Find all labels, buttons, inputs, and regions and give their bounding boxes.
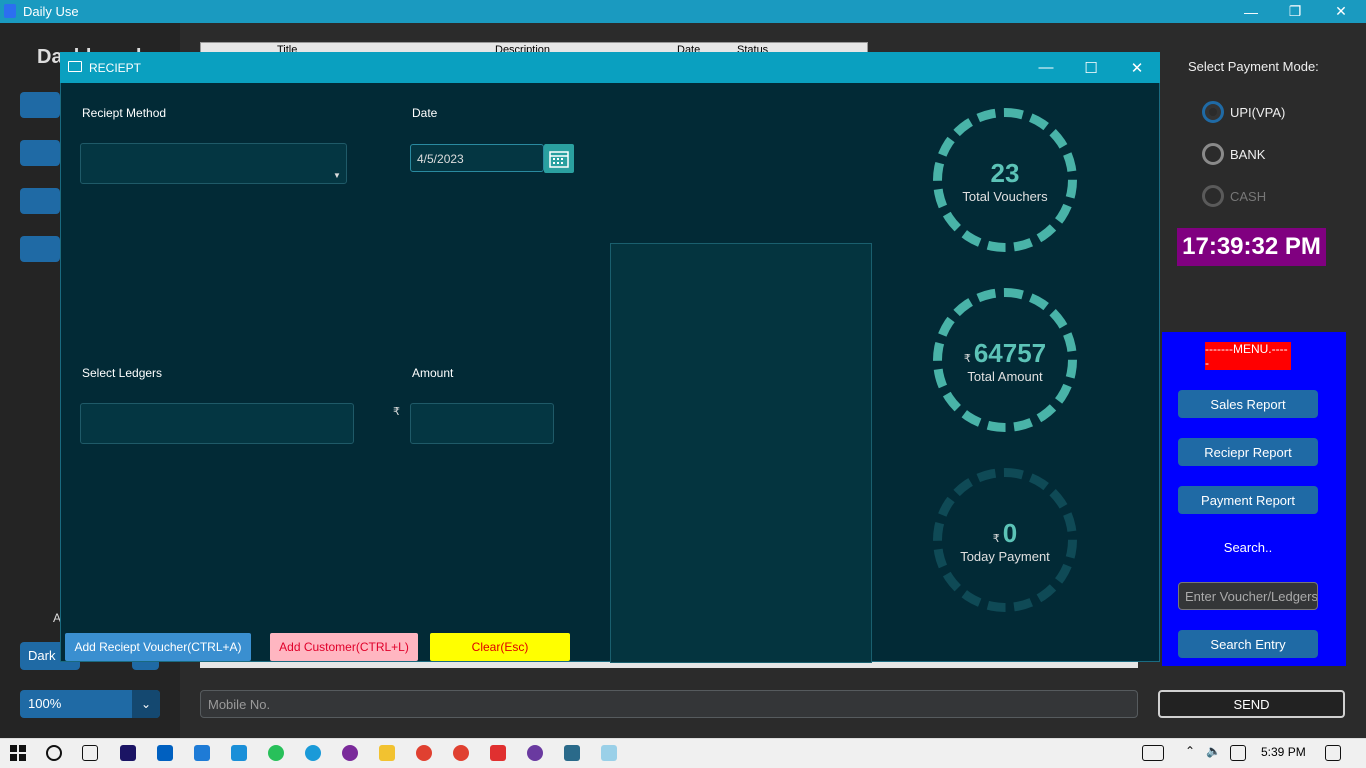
entries-list[interactable] <box>610 243 872 663</box>
rupee-symbol: ₹ <box>393 406 400 418</box>
sales-report-button[interactable]: Sales Report <box>1178 390 1318 418</box>
clock-display: 17:39:32 PM <box>1177 228 1326 266</box>
total-vouchers-value: 23 <box>990 158 1020 188</box>
whatsapp-icon[interactable] <box>268 745 284 761</box>
today-payment-value: ₹0 <box>992 518 1018 548</box>
method-label: Reciept Method <box>82 106 167 120</box>
app-icon <box>4 4 16 18</box>
clear-button[interactable]: Clear(Esc) <box>430 633 570 661</box>
taskbar-time[interactable]: 5:39 PM <box>1261 745 1306 759</box>
radio-label-cash[interactable]: CASH <box>1230 189 1266 204</box>
windows-start-icon[interactable] <box>10 745 26 761</box>
method-select[interactable] <box>80 143 347 184</box>
radio-bank[interactable] <box>1202 143 1224 165</box>
anydesk-icon[interactable] <box>490 745 506 761</box>
vscode-icon[interactable] <box>231 745 247 761</box>
dialog-title: RECIEPT <box>89 61 142 75</box>
chrome-icon[interactable] <box>416 745 432 761</box>
menu-title: -------MENU.----- <box>1205 342 1291 370</box>
search-entry-button[interactable]: Search Entry <box>1178 630 1318 658</box>
amount-input[interactable] <box>410 403 554 444</box>
total-amount-value: ₹64757 <box>963 338 1047 368</box>
voucher-search-input[interactable]: Enter Voucher/Ledgers <box>1178 582 1318 610</box>
media-icon[interactable] <box>342 745 358 761</box>
notifications-icon[interactable] <box>1325 745 1341 761</box>
total-amount-label: Total Amount <box>967 369 1043 384</box>
rupee-symbol: ₹ <box>963 353 971 365</box>
send-button[interactable]: SEND <box>1158 690 1345 718</box>
dropdown-arrow-icon[interactable]: ▼ <box>333 171 341 180</box>
dialog-titlebar <box>60 52 1160 83</box>
receipt-report-button[interactable]: Reciepr Report <box>1178 438 1318 466</box>
dialog-close-icon[interactable]: ✕ <box>1114 52 1160 83</box>
add-receipt-voucher-button[interactable]: Add Reciept Voucher(CTRL+A) <box>65 633 251 661</box>
store-icon[interactable] <box>157 745 173 761</box>
close-icon[interactable]: ✕ <box>1318 0 1364 23</box>
minimize-icon[interactable]: — <box>1228 0 1274 23</box>
total-vouchers-label: Total Vouchers <box>962 189 1048 204</box>
restore-icon[interactable]: ❐ <box>1272 0 1318 23</box>
app-title: Daily Use <box>23 4 79 19</box>
search-label: Search.. <box>1223 540 1273 555</box>
chrome-profile-icon[interactable] <box>453 745 469 761</box>
sidebar-button-3[interactable] <box>20 188 60 214</box>
add-customer-button[interactable]: Add Customer(CTRL+L) <box>270 633 418 661</box>
radio-label-upi[interactable]: UPI(VPA) <box>1230 105 1285 120</box>
payment-report-button[interactable]: Payment Report <box>1178 486 1318 514</box>
mobile-input[interactable]: Mobile No. <box>200 690 1138 718</box>
rupee-symbol: ₹ <box>992 533 1000 545</box>
dialog-maximize-icon[interactable]: ☐ <box>1068 52 1114 83</box>
dialog-minimize-icon[interactable]: — <box>1023 52 1069 83</box>
sidebar-button-2[interactable] <box>20 140 60 166</box>
volume-icon[interactable]: 🔈 <box>1206 744 1221 758</box>
receipt-icon <box>68 61 82 72</box>
search-icon[interactable] <box>46 745 62 761</box>
mail-icon[interactable] <box>194 745 210 761</box>
keyboard-icon[interactable] <box>1142 745 1164 761</box>
today-payment-label: Today Payment <box>960 549 1050 564</box>
edge-icon[interactable] <box>305 745 321 761</box>
github-icon[interactable] <box>527 745 543 761</box>
calendar-icon[interactable] <box>544 144 574 173</box>
notepad-icon[interactable] <box>601 745 617 761</box>
task-view-icon[interactable] <box>82 745 98 761</box>
app-titlebar: Daily Use — ❐ ✕ <box>0 0 1366 23</box>
folder-icon[interactable] <box>379 745 395 761</box>
network-icon[interactable] <box>1230 745 1246 761</box>
date-input[interactable]: 4/5/2023 <box>410 144 544 172</box>
ledgers-input[interactable] <box>80 403 354 444</box>
ledgers-label: Select Ledgers <box>82 366 163 380</box>
sidebar-button-1[interactable] <box>20 92 60 118</box>
premiere-icon[interactable] <box>120 745 136 761</box>
radio-upi[interactable] <box>1202 101 1224 123</box>
sidebar-button-4[interactable] <box>20 236 60 262</box>
amount-label: Amount <box>412 366 454 380</box>
chevron-up-icon[interactable]: ⌃ <box>1185 744 1195 758</box>
chevron-down-icon[interactable]: ⌄ <box>132 690 160 718</box>
python-app-icon[interactable] <box>564 745 580 761</box>
date-label: Date <box>412 106 438 120</box>
payment-mode-label: Select Payment Mode: <box>1188 59 1319 74</box>
radio-cash[interactable] <box>1202 185 1224 207</box>
radio-label-bank[interactable]: BANK <box>1230 147 1265 162</box>
